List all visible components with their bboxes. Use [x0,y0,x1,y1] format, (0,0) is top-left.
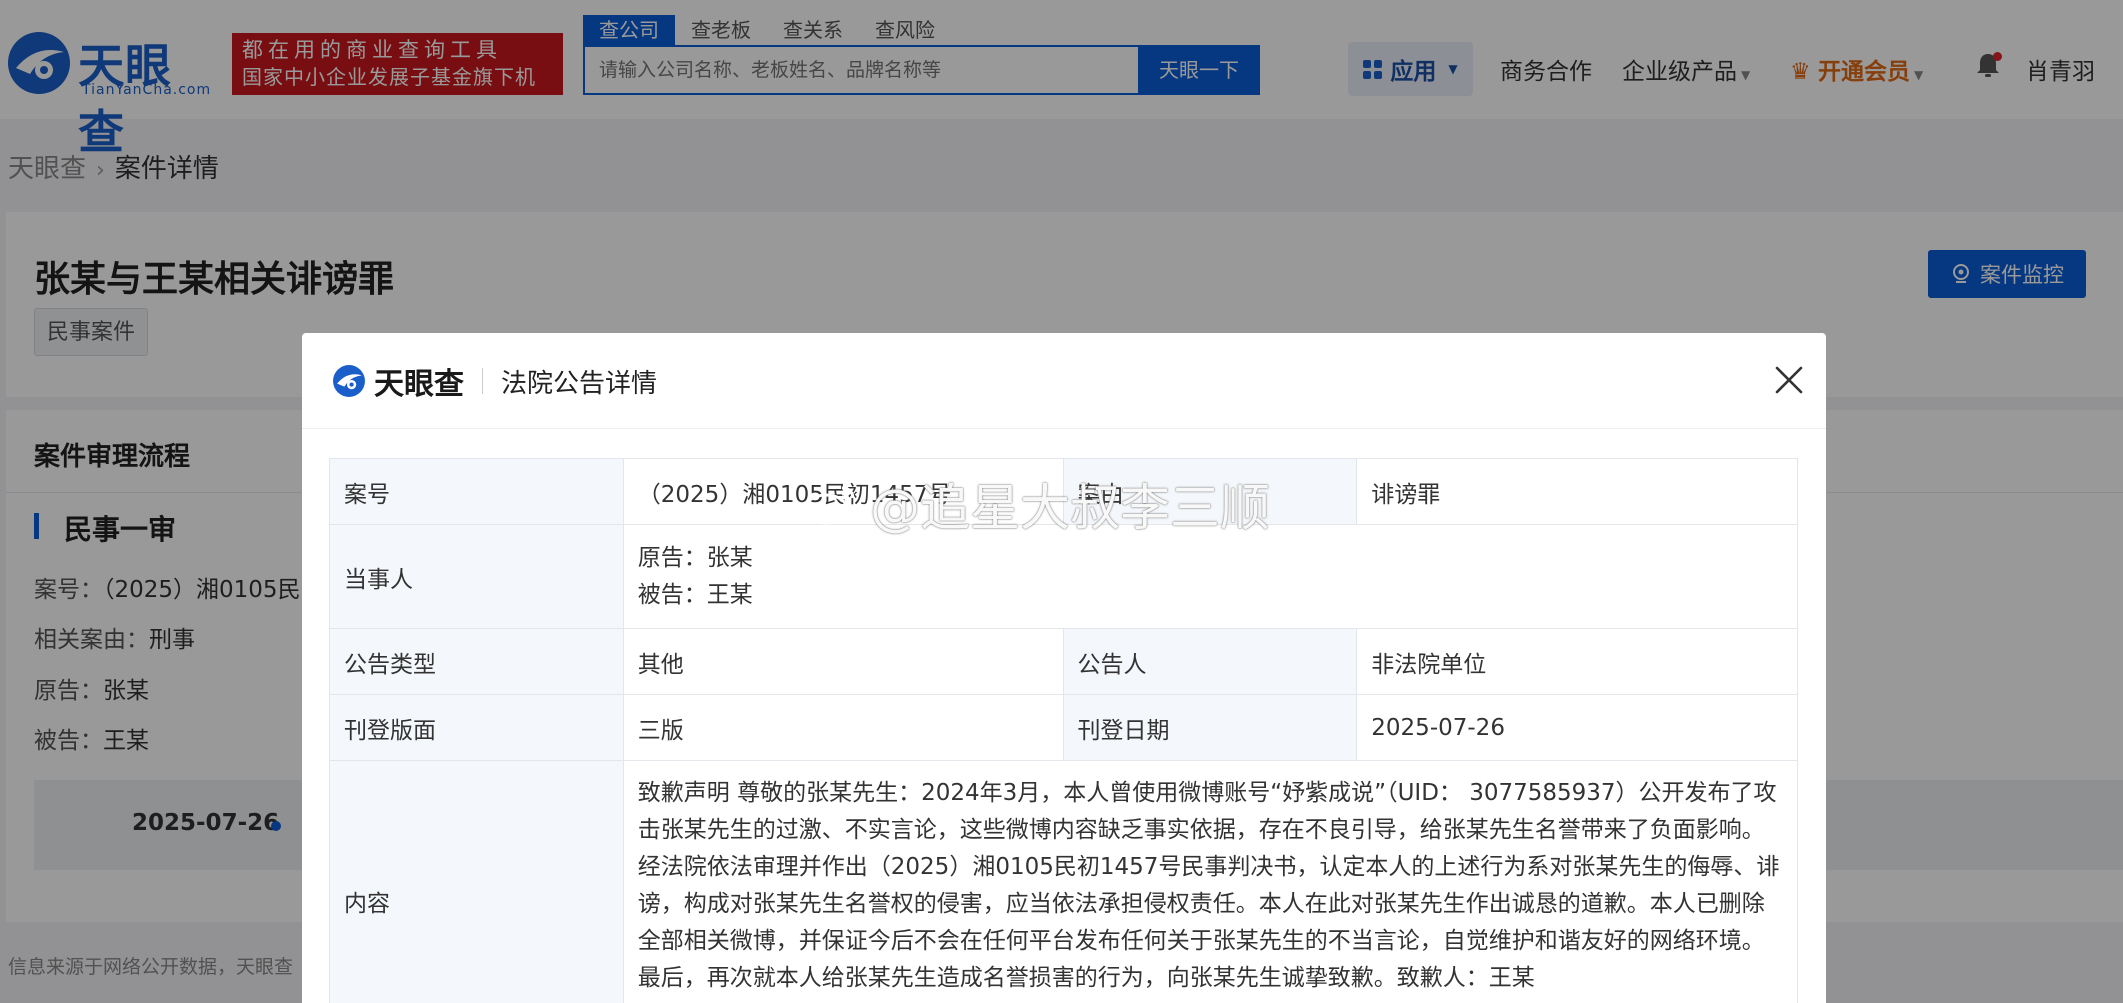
modal-title: 法院公告详情 [501,368,658,399]
court-notice-modal: 天眼查 法院公告详情 案号 （2025）湘0105民初1457号 案由 诽谤罪 … [302,333,1826,1003]
close-icon[interactable] [1772,363,1806,397]
logo-eye-icon [333,365,365,397]
announcer-label: 公告人 [1062,628,1358,695]
case-no-label: 案号 [329,458,624,525]
cause-value: 诽谤罪 [1356,458,1798,525]
date-value: 2025-07-26 [1356,694,1798,761]
type-label: 公告类型 [329,628,624,695]
case-no-value: （2025）湘0105民初1457号 [622,458,1064,525]
modal-logo-text: 天眼查 [374,367,464,402]
table-row: 公告类型 其他 公告人 非法院单位 [329,628,1798,695]
type-value: 其他 [622,628,1064,695]
page-label: 刊登版面 [329,694,624,761]
page-value: 三版 [622,694,1064,761]
announcer-value: 非法院单位 [1356,628,1798,695]
modal-logo: 天眼查 法院公告详情 [332,359,657,403]
divider [482,368,483,394]
plaintiff-line: 原告：张某 [637,544,753,571]
notice-detail-table: 案号 （2025）湘0105民初1457号 案由 诽谤罪 当事人 原告：张某 被… [329,458,1799,1003]
table-row: 当事人 原告：张某 被告：王某 [329,524,1799,629]
date-label: 刊登日期 [1062,694,1358,761]
content-label: 内容 [329,760,624,1003]
modal-header: 天眼查 法院公告详情 [302,333,1826,429]
parties-value: 原告：张某 被告：王某 [622,524,1799,629]
content-cell: 致歉声明 尊敬的张某先生：2024年3月，本人曾使用微博账号“妤紫成说”（UID… [622,760,1799,1003]
table-row: 案号 （2025）湘0105民初1457号 案由 诽谤罪 [329,458,1798,525]
cause-label: 案由 [1062,458,1358,525]
table-row: 内容 致歉声明 尊敬的张某先生：2024年3月，本人曾使用微博账号“妤紫成说”（… [329,760,1799,1003]
defendant-line: 被告：王某 [637,581,753,608]
table-row: 刊登版面 三版 刊登日期 2025-07-26 [329,694,1798,761]
content-value: 致歉声明 尊敬的张某先生：2024年3月，本人曾使用微博账号“妤紫成说”（UID… [637,780,1780,991]
parties-label: 当事人 [329,524,624,629]
